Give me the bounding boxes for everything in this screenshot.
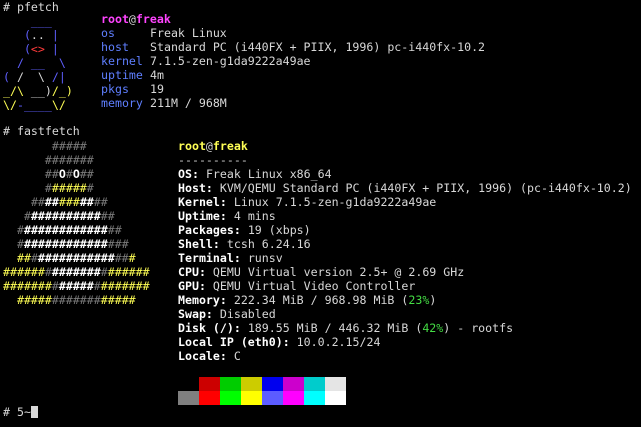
pfetch-command: # pfetch xyxy=(3,0,59,14)
fastfetch-title: root@freak xyxy=(178,139,248,153)
color-palette-bottom xyxy=(178,391,346,405)
fastfetch-logo-line: ################ xyxy=(10,237,129,251)
fastfetch-logo-line: ####### xyxy=(10,181,94,195)
color-swatch xyxy=(304,391,325,405)
fastfetch-row-host: Host: KVM/QEMU Standard PC (i440FX + PII… xyxy=(178,181,632,195)
text-cursor xyxy=(30,406,38,418)
pfetch-row-os: os Freak Linux xyxy=(101,26,227,40)
color-swatch xyxy=(241,377,262,391)
pfetch-row-host: host Standard PC (i440FX + PIIX, 1996) pc… xyxy=(101,40,486,54)
pfetch-row-pkgs: pkgs 19 xyxy=(101,82,164,96)
fastfetch-logo-line: ################# xyxy=(16,293,136,307)
pfetch-logo-line: (<> | xyxy=(3,42,59,56)
color-swatch xyxy=(178,377,199,391)
pfetch-logo-line: _/\ __)/_) xyxy=(3,84,73,98)
pfetch-row-memory: memory 211M / 968M xyxy=(101,96,227,110)
color-swatch xyxy=(220,391,241,405)
pfetch-logo-line: \/-____\/ xyxy=(3,98,66,112)
fastfetch-logo-line: ############# xyxy=(10,209,115,223)
fastfetch-row-disk: Disk (/): 189.55 MiB / 446.32 MiB (42%) … xyxy=(178,321,514,335)
fastfetch-logo-line: ####### xyxy=(10,153,94,167)
fastfetch-row-shell: Shell: tcsh 6.24.16 xyxy=(178,237,311,251)
fastfetch-logo-line: ##O#O## xyxy=(10,167,94,181)
color-swatch xyxy=(220,377,241,391)
color-swatch xyxy=(325,377,346,391)
fastfetch-logo-line: ##################### xyxy=(3,279,150,293)
color-swatch xyxy=(283,391,304,405)
pfetch-row-uptime: uptime 4m xyxy=(101,68,164,82)
fastfetch-logo-line: ##################### xyxy=(3,265,150,279)
fastfetch-row-gpu: GPU: QEMU Virtual Video Controller xyxy=(178,279,416,293)
prompt-text: # 5~ xyxy=(3,405,31,419)
fastfetch-row-localip: Local IP (eth0): 10.0.2.15/24 xyxy=(178,335,381,349)
fastfetch-command: # fastfetch xyxy=(3,124,80,138)
shell-prompt[interactable]: # 5~ xyxy=(3,405,38,419)
pfetch-logo-line: ( / \ /| xyxy=(3,70,66,84)
fastfetch-row-swap: Swap: Disabled xyxy=(178,307,276,321)
fastfetch-row-kernel: Kernel: Linux 7.1.5-zen-g1da9222a49ae xyxy=(178,195,437,209)
fastfetch-row-uptime: Uptime: 4 mins xyxy=(178,209,276,223)
fastfetch-logo-line: ################# xyxy=(16,251,136,265)
disk-percent: 42% xyxy=(422,321,444,335)
color-swatch xyxy=(241,391,262,405)
fastfetch-row-cpu: CPU: QEMU Virtual version 2.5+ @ 2.69 GH… xyxy=(178,265,465,279)
pfetch-row-kernel: kernel 7.1.5-zen-g1da9222a49ae xyxy=(101,54,311,68)
pfetch-logo-line: (.. | xyxy=(3,28,59,42)
color-swatch xyxy=(325,391,346,405)
color-swatch xyxy=(199,377,220,391)
pfetch-logo-line: / __ \ xyxy=(3,56,66,70)
fastfetch-row-locale: Locale: C xyxy=(178,349,241,363)
color-swatch xyxy=(283,377,304,391)
pfetch-title: root@freak xyxy=(101,12,171,26)
pfetch-logo-line: ___ xyxy=(3,14,52,28)
fastfetch-logo-line: ############### xyxy=(10,223,122,237)
fastfetch-logo-line: ########### xyxy=(10,195,108,209)
fastfetch-row-os: OS: Freak Linux x86_64 xyxy=(178,167,332,181)
color-swatch xyxy=(262,391,283,405)
color-swatch xyxy=(199,391,220,405)
terminal-window[interactable]: # pfetch ___ (.. | (<> | / __ \ ( / \ /|… xyxy=(0,0,641,427)
fastfetch-separator: ---------- xyxy=(178,153,248,167)
color-swatch xyxy=(304,377,325,391)
memory-percent: 23% xyxy=(408,293,430,307)
color-swatch xyxy=(262,377,283,391)
color-palette-top xyxy=(178,377,346,391)
color-swatch xyxy=(178,391,199,405)
fastfetch-logo-line: ##### xyxy=(10,139,87,153)
fastfetch-row-packages: Packages: 19 (xbps) xyxy=(178,223,311,237)
fastfetch-row-memory: Memory: 222.34 MiB / 968.98 MiB (23%) xyxy=(178,293,437,307)
fastfetch-row-terminal: Terminal: runsv xyxy=(178,251,283,265)
